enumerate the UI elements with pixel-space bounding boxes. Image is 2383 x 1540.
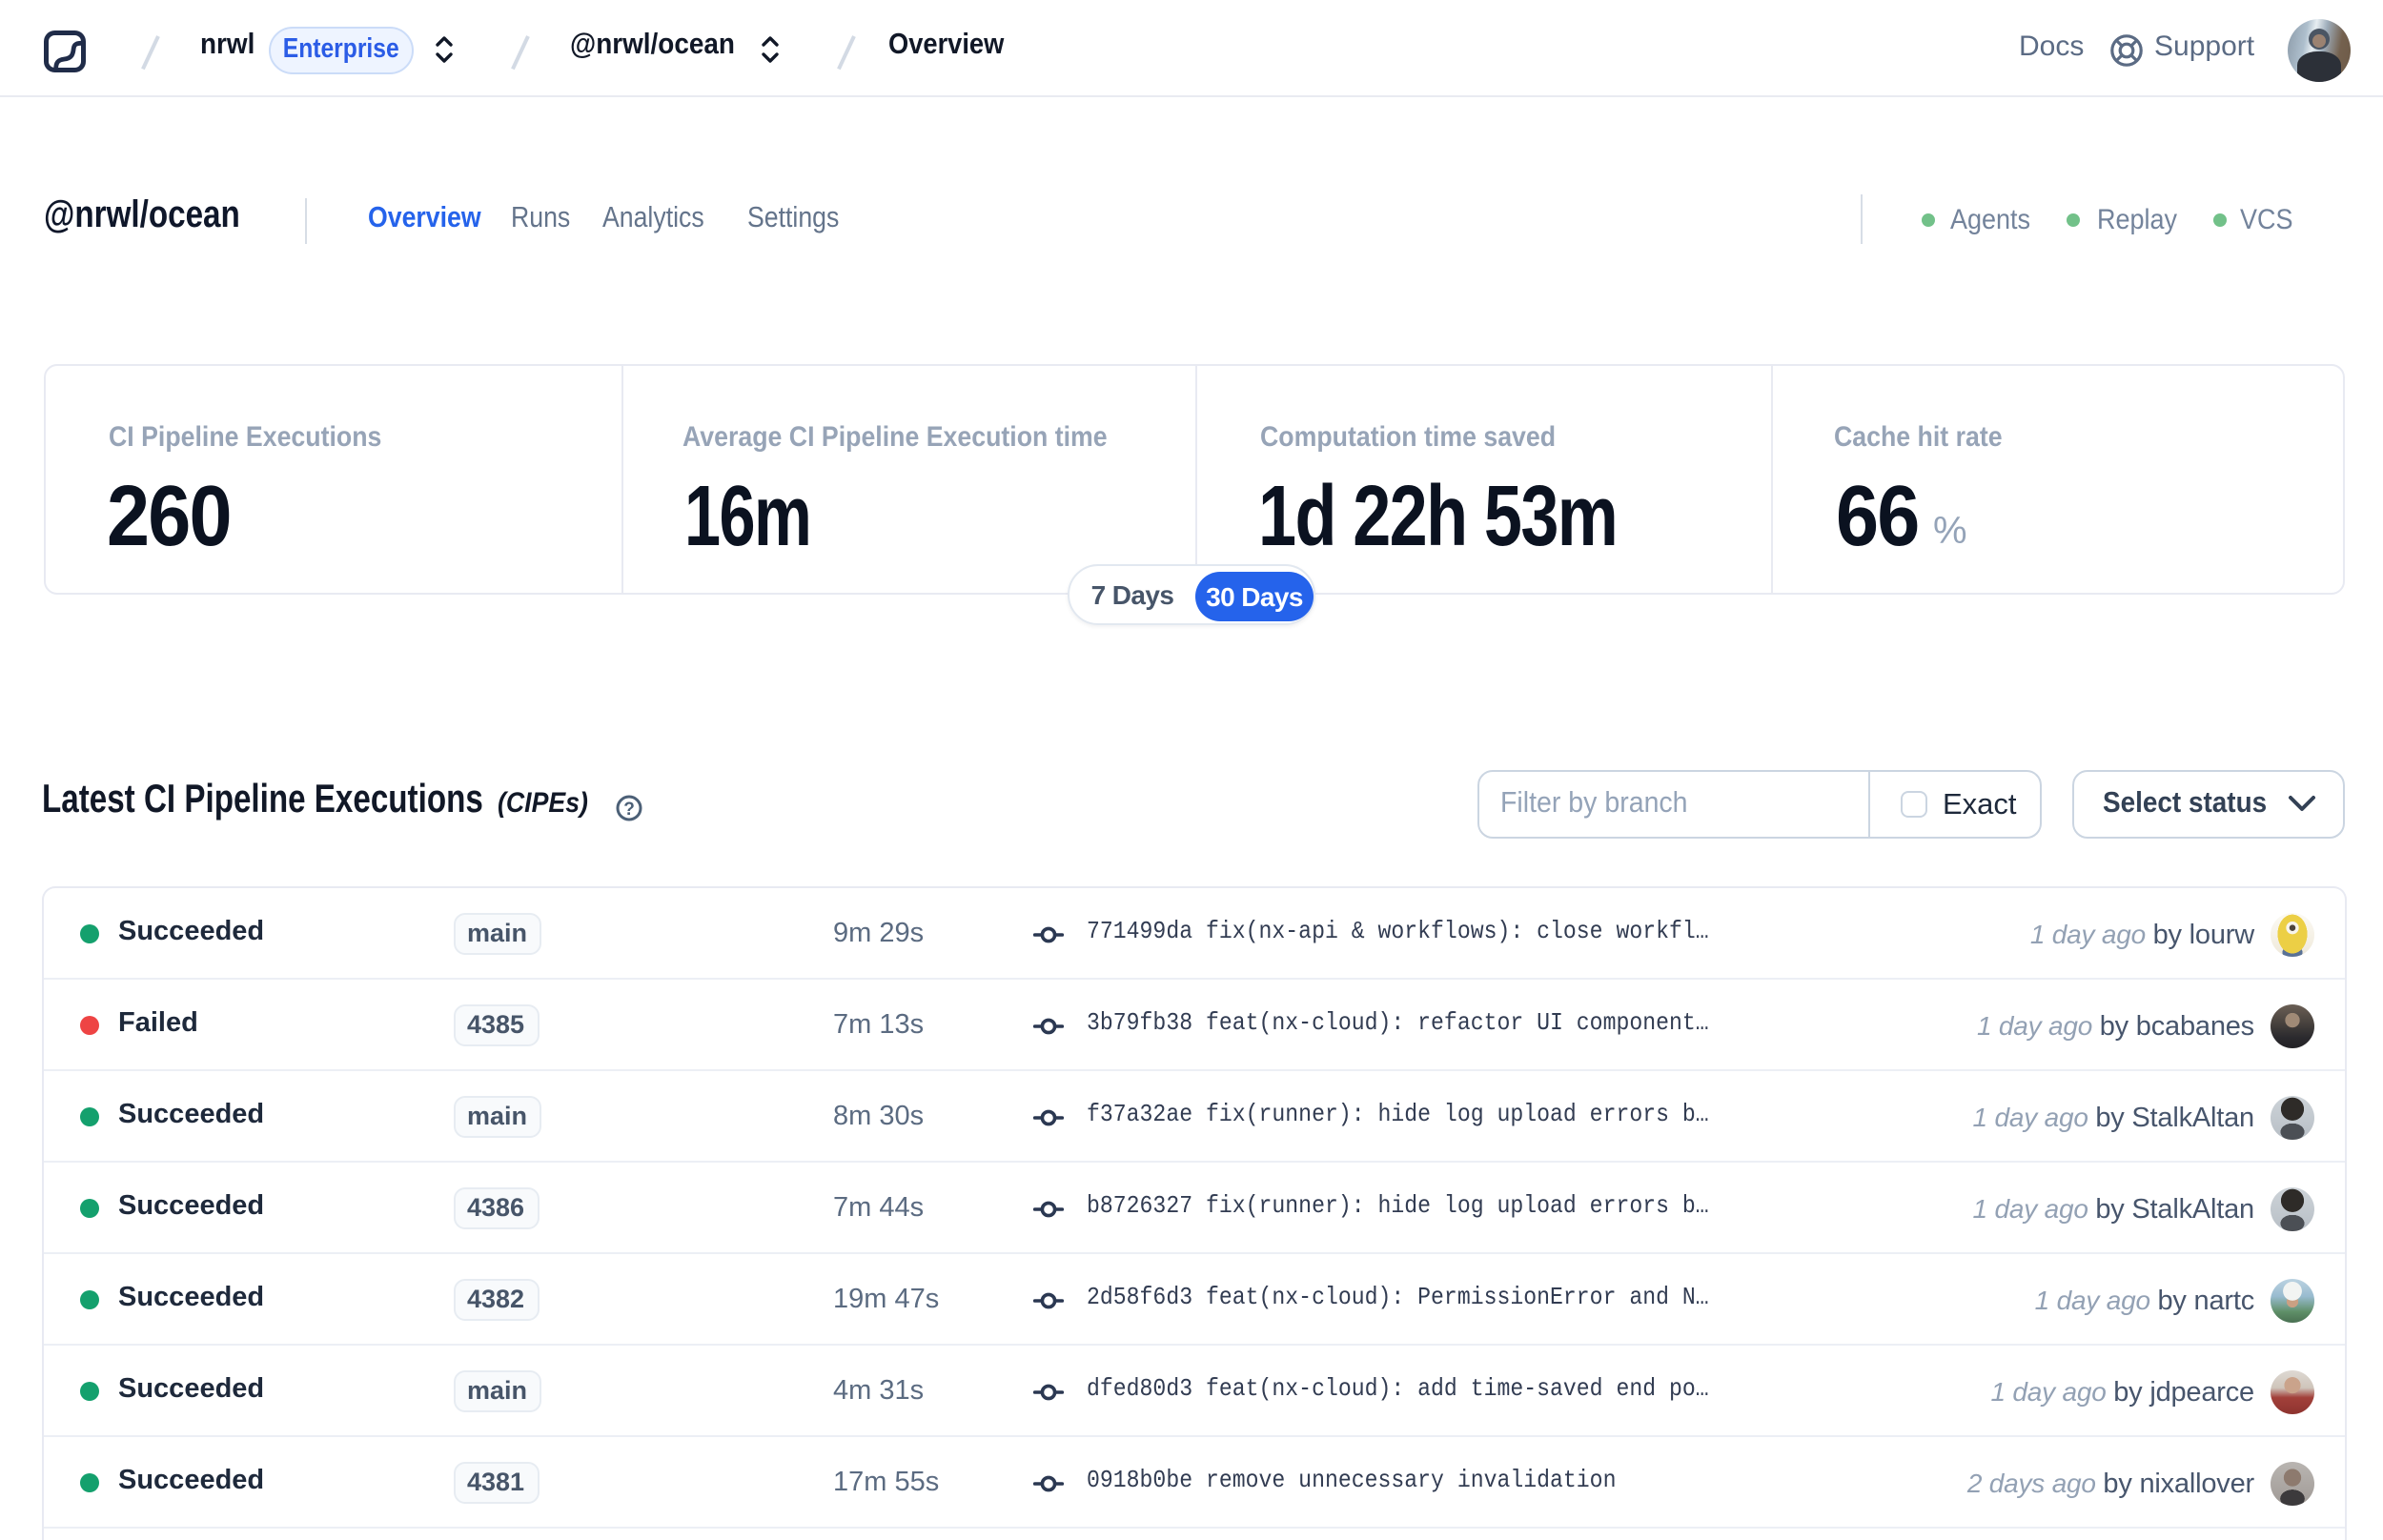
svg-text:?: ? bbox=[623, 799, 635, 819]
